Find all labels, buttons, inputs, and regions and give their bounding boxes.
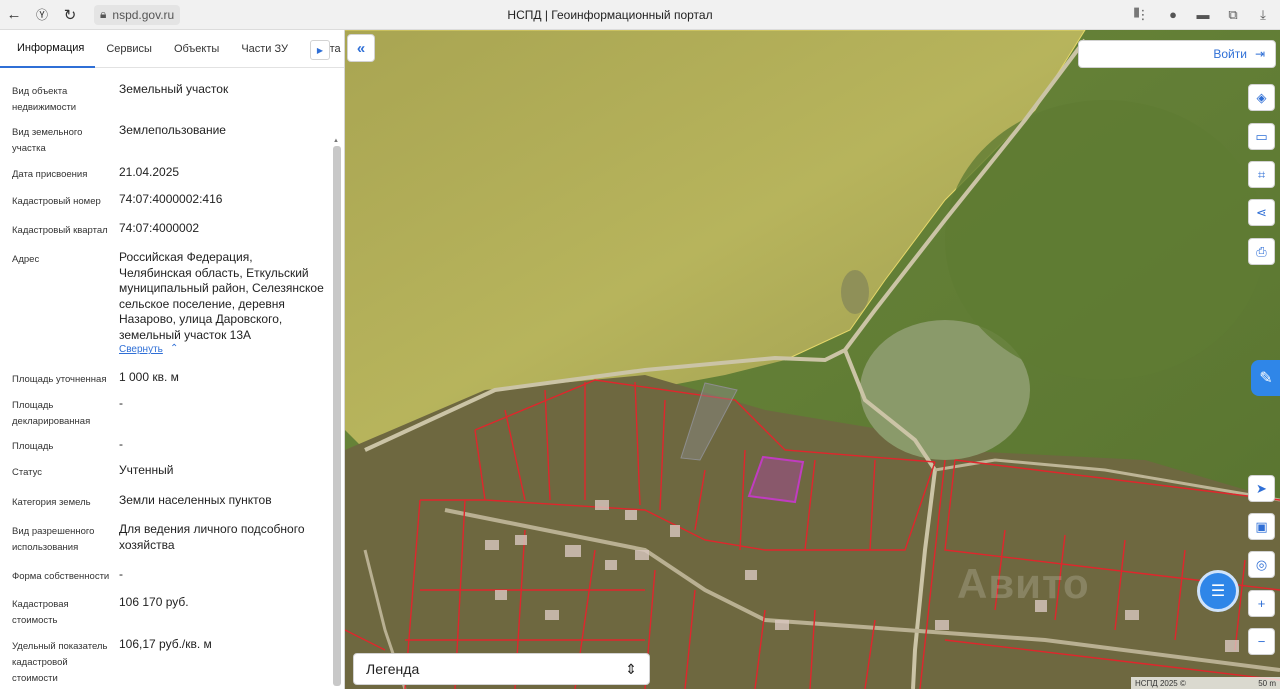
download-icon[interactable]: ⤓	[1254, 7, 1272, 23]
zoom-out-icon[interactable]: −	[1248, 628, 1275, 655]
collapse-link[interactable]: Свернуть	[119, 344, 163, 355]
tab-bar: Информация Сервисы Объекты Части ЗУ Сост…	[0, 30, 344, 68]
minimap-icon[interactable]: ▣	[1248, 513, 1275, 540]
menu-dots-icon[interactable]: ⋮	[1134, 7, 1152, 23]
print-icon[interactable]: ⎙	[1248, 238, 1275, 265]
login-button[interactable]: Войти ⇥	[1078, 40, 1276, 68]
satellite-map[interactable]	[345, 30, 1280, 689]
select-area-icon[interactable]: ⌗	[1248, 161, 1275, 188]
layers-icon[interactable]: ◈	[1248, 84, 1275, 111]
tab-parts[interactable]: Части ЗУ	[230, 30, 299, 68]
zoom-in-icon[interactable]: +	[1248, 590, 1275, 617]
tabs-scroll-right-icon[interactable]: ▶	[310, 40, 330, 60]
info-panel: Информация Сервисы Объекты Части ЗУ Сост…	[0, 30, 345, 689]
collapse-panel-icon[interactable]: «	[347, 34, 375, 62]
browser-toolbar: ← Ⓨ ↻ 🔒︎ nspd.gov.ru НСПД | Геоинформаци…	[0, 0, 1280, 30]
back-arrow-icon[interactable]: ←	[0, 0, 28, 30]
legend-label: Легенда	[366, 661, 420, 677]
address-bar[interactable]: 🔒︎ nspd.gov.ru	[94, 4, 181, 25]
tab-info[interactable]: Информация	[0, 30, 96, 68]
tab-services[interactable]: Сервисы	[95, 30, 163, 68]
chat-icon[interactable]: ☰	[1197, 570, 1239, 612]
extension-icon[interactable]: ●	[1164, 7, 1182, 22]
extension-icon[interactable]: ▬	[1194, 7, 1212, 22]
login-icon: ⇥	[1254, 47, 1265, 61]
panel-scrollbar[interactable]	[333, 146, 341, 686]
map-view[interactable]: Авито « Войти ⇥ ◈ ▭ ⌗ ⋖ ⎙ ✎ ➤ ▣ ◎ + − ☰ …	[345, 30, 1280, 689]
chevron-updown-icon: ⇕	[625, 660, 637, 677]
legend-select[interactable]: Легенда ⇕	[353, 653, 650, 685]
browser-actions: ⋮ ● ▬ ⧉ ⤓	[1134, 7, 1272, 23]
scroll-up-icon[interactable]: ▲	[333, 138, 339, 144]
ruler-icon[interactable]: ▭	[1248, 123, 1275, 150]
copyright-text: НСПД 2025 ©	[1135, 678, 1186, 688]
page-title: НСПД | Геоинформационный портал	[507, 7, 713, 22]
lock-icon: 🔒︎	[100, 7, 107, 21]
watermark: Авито	[957, 560, 1090, 607]
geolocation-icon[interactable]: ➤	[1248, 475, 1275, 502]
extensions-icon[interactable]: ⧉	[1224, 7, 1242, 23]
scale-bar: НСПД 2025 © 50 m	[1131, 677, 1280, 689]
share-icon[interactable]: ⋖	[1248, 199, 1275, 226]
url-text: nspd.gov.ru	[112, 7, 175, 22]
scale-text: 50 m	[1258, 678, 1276, 688]
tab-objects[interactable]: Объекты	[163, 30, 230, 68]
assistant-badge-icon[interactable]: ✎	[1251, 360, 1280, 396]
yandex-icon[interactable]: Ⓨ	[28, 0, 56, 30]
reload-icon[interactable]: ↻	[56, 0, 84, 30]
location-pin-icon[interactable]: ◎	[1248, 551, 1275, 578]
chevron-up-icon[interactable]: ⌃	[170, 343, 178, 354]
login-label: Войти	[1213, 47, 1247, 61]
